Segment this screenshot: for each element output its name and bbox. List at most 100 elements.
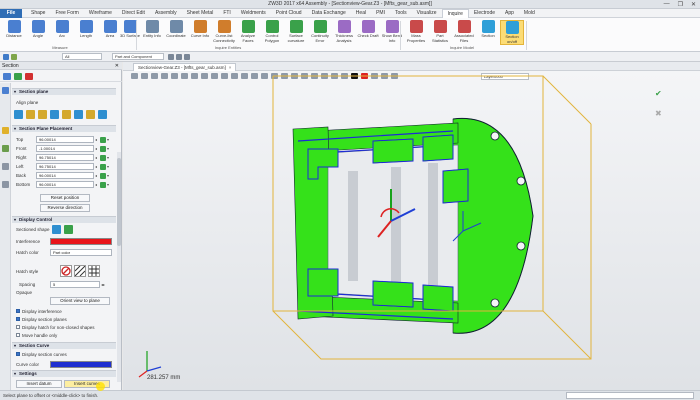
dropdown-icon[interactable]: ▾ [107, 136, 111, 143]
plane-custom-icon[interactable] [50, 110, 59, 119]
ok-check-icon[interactable] [14, 73, 22, 80]
plane-xy-icon[interactable] [14, 110, 23, 119]
menu-tab-data-exchange[interactable]: Data Exchange [307, 9, 351, 18]
layers-icon[interactable] [2, 145, 9, 152]
plane-yz-icon[interactable] [26, 110, 35, 119]
reset-position-button[interactable]: Reset position [40, 194, 90, 202]
menu-tab-direct-edit[interactable]: Direct Edit [117, 9, 150, 18]
maximize-button[interactable]: ❐ [678, 1, 683, 8]
section-button[interactable]: Section [476, 20, 500, 45]
dropdown-icon[interactable]: ▾ [107, 154, 111, 161]
curve-color-swatch[interactable] [50, 361, 112, 368]
history-icon[interactable] [2, 127, 9, 134]
display-option-checkbox[interactable]: Display section planes [16, 317, 67, 322]
filter-icon[interactable] [11, 54, 17, 60]
menu-tab-sheet-metal[interactable]: Sheet Metal [182, 9, 219, 18]
hatch-color-select[interactable]: Part color [50, 249, 112, 256]
menu-tab-wireframe[interactable]: Wireframe [84, 9, 117, 18]
display-option-checkbox[interactable]: Move handle only [16, 333, 57, 338]
lock-offset-icon[interactable] [100, 154, 106, 161]
reverse-direction-button[interactable]: Reverse direction [40, 204, 90, 212]
associated-files-button[interactable]: Associated Files [452, 20, 476, 45]
menu-tab-electrode[interactable]: Electrode [469, 9, 500, 18]
views-icon[interactable] [2, 163, 9, 170]
dropdown-icon[interactable]: ▾ [107, 145, 111, 152]
plane-box-icon[interactable] [62, 110, 71, 119]
close-window-button[interactable]: ✕ [691, 1, 696, 8]
lock-offset-icon[interactable] [100, 136, 106, 143]
cancel-x-icon[interactable] [25, 73, 33, 80]
hatch-diagonal-icon[interactable] [74, 265, 86, 277]
options-icon[interactable] [3, 73, 11, 80]
menu-tab-shape[interactable]: Shape [26, 9, 50, 18]
placement-offset-input[interactable]: 96.75014 [36, 154, 94, 161]
close-tab-icon[interactable]: × [229, 65, 232, 70]
menu-tab-inquire[interactable]: Inquire [441, 9, 469, 18]
coordinate-button[interactable]: Coordinate [164, 20, 188, 45]
settings-header[interactable]: ▾ Settings [12, 370, 116, 377]
dropdown-icon[interactable]: ▾ [107, 172, 111, 179]
visual-icon[interactable] [2, 181, 9, 188]
display-option-checkbox[interactable]: Display hatch for non-closed shapes [16, 325, 95, 330]
section-on-off-button[interactable]: Section on/off [500, 20, 524, 45]
menu-tab-free-form[interactable]: Free Form [50, 9, 83, 18]
plane-xz-icon[interactable] [38, 110, 47, 119]
lock-offset-icon[interactable] [100, 172, 106, 179]
placement-header[interactable]: ▾ Section Plane Placement [12, 125, 116, 132]
orient-view-button[interactable]: Orient view to plane [50, 297, 110, 305]
file-menu[interactable]: File [0, 9, 22, 18]
option-icon[interactable] [168, 54, 174, 60]
length-button[interactable]: Length [74, 20, 98, 45]
part-statistics-button[interactable]: Part Statistics [428, 20, 452, 45]
mass-properties-button[interactable]: Mass Properties [404, 20, 428, 45]
command-input[interactable] [566, 392, 694, 399]
document-tab[interactable]: Sectionview-Gear.Z3 - [Mfts_gear_sub.asm… [133, 63, 237, 71]
checkbox-box[interactable] [16, 333, 20, 338]
panel-close-icon[interactable]: ✕ [115, 62, 119, 70]
menu-tab-weldments[interactable]: Weldments [236, 9, 271, 18]
menu-tab-tools[interactable]: Tools [390, 9, 412, 18]
shape-solid-icon[interactable] [52, 225, 61, 234]
angle-button[interactable]: Angle [26, 20, 50, 45]
spin-icon[interactable]: ◂ [95, 145, 99, 152]
analyze-faces-button[interactable]: Analyze Faces [236, 20, 260, 45]
manager-icon[interactable] [2, 87, 9, 94]
plane-box-icon[interactable] [86, 110, 95, 119]
check-draft-button[interactable]: Check Draft [356, 20, 380, 45]
3d-surface-button[interactable]: 3D Surface [118, 20, 142, 45]
display-section-curves-checkbox[interactable]: Display section curves [16, 352, 67, 357]
curve-info-button[interactable]: Curve Info [188, 20, 212, 45]
curve-list-connectivity-button[interactable]: Curve-list Connectivity [212, 20, 236, 45]
3d-viewport[interactable]: Layer0000 ✔ ✖ 281.257 mm [123, 71, 700, 390]
menu-tab-app[interactable]: App [500, 9, 519, 18]
continuity-error-button[interactable]: Continuity Error [308, 20, 332, 45]
section-model-view[interactable] [123, 71, 700, 390]
lock-offset-icon[interactable] [100, 181, 106, 188]
lock-offset-icon[interactable] [100, 145, 106, 152]
plane-box-icon[interactable] [98, 110, 107, 119]
menu-tab-pmi[interactable]: PMI [371, 9, 390, 18]
menu-tab-heal[interactable]: Heal [351, 9, 371, 18]
distance-button[interactable]: Distance [2, 20, 26, 45]
spin-icon[interactable]: ◂ [95, 172, 99, 179]
spin-icon[interactable]: ◂ [95, 136, 99, 143]
pick-mode-select[interactable]: Part and Component [112, 53, 164, 60]
option-icon[interactable] [176, 54, 182, 60]
thickness-analysis-button[interactable]: Thickness Analysis [332, 20, 356, 45]
pick-icon[interactable] [3, 54, 9, 60]
placement-offset-input[interactable]: 96.00014 [36, 181, 94, 188]
dropdown-icon[interactable]: ▾ [107, 181, 111, 188]
placement-offset-input[interactable]: 96.00014 [36, 172, 94, 179]
arc-button[interactable]: Arc [50, 20, 74, 45]
section-curve-header[interactable]: ▾ Section Curve [12, 342, 116, 349]
checkbox-box[interactable] [16, 325, 20, 330]
option-icon[interactable] [184, 54, 190, 60]
spin-icon[interactable]: ◂ [95, 154, 99, 161]
menu-tab-mold[interactable]: Mold [519, 9, 540, 18]
control-polygon-button[interactable]: Control Polygon [260, 20, 284, 45]
checkbox-box[interactable] [16, 317, 20, 322]
interference-color-swatch[interactable] [50, 238, 112, 245]
scroll-thumb[interactable] [117, 158, 121, 246]
menu-tab-fti[interactable]: FTI [218, 9, 236, 18]
surface-curvature-button[interactable]: Surface curvature [284, 20, 308, 45]
